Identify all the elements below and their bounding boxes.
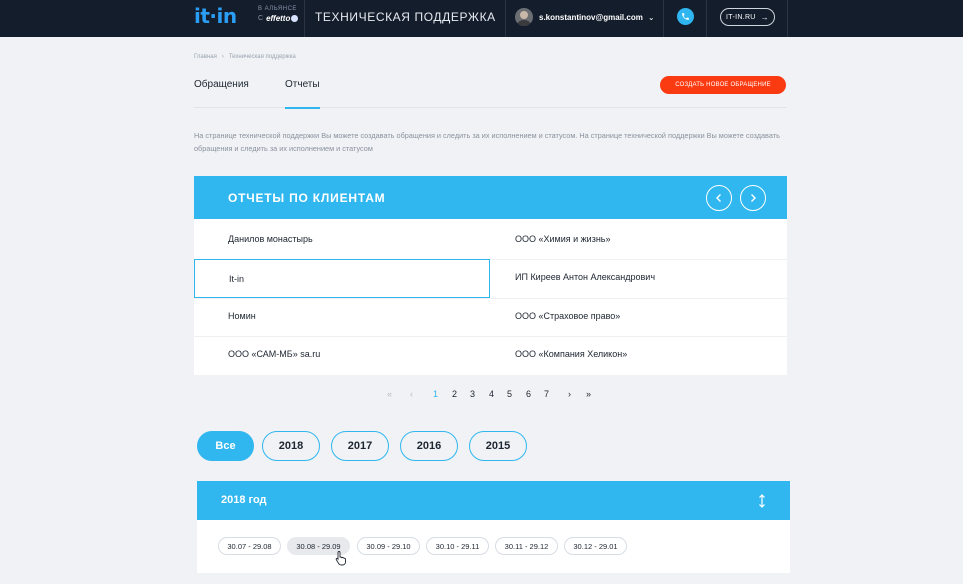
year-filter-2018[interactable]: 2018: [262, 431, 320, 461]
year-filter-2016[interactable]: 2016: [400, 431, 458, 461]
alliance-preposition: С: [258, 15, 264, 22]
page-5[interactable]: 5: [507, 389, 512, 399]
client-item[interactable]: Данилов монастырь: [228, 220, 313, 258]
year-panel-title: 2018 год: [221, 494, 267, 506]
site-link-label: IT-IN.RU: [726, 13, 756, 21]
breadcrumb: Главная › Техническая поддержка: [194, 54, 296, 60]
site-link-button[interactable]: IT-IN.RU →: [720, 8, 775, 26]
period-chip[interactable]: 30.11 - 29.12: [495, 537, 558, 555]
user-email: s.konstantinov@gmail.com: [539, 12, 643, 22]
avatar: [515, 8, 533, 26]
phone-button[interactable]: [677, 8, 694, 25]
page-2[interactable]: 2: [452, 389, 457, 399]
year-filter-all[interactable]: Все: [197, 431, 254, 461]
period-chip[interactable]: 30.10 - 29.11: [426, 537, 489, 555]
create-request-button[interactable]: СОЗДАТЬ НОВОЕ ОБРАЩЕНИЕ: [660, 76, 786, 94]
breadcrumb-separator-icon: ›: [221, 54, 224, 60]
last-page-icon[interactable]: »: [586, 389, 591, 399]
header-divider: [663, 0, 664, 37]
prev-page-icon[interactable]: ‹: [410, 389, 413, 399]
client-item[interactable]: ООО «Компания Хеликон»: [515, 335, 627, 373]
hand-cursor-icon: [335, 551, 346, 566]
client-item[interactable]: ООО «САМ-МБ» sa.ru: [228, 335, 320, 373]
next-page-icon[interactable]: ›: [568, 389, 571, 399]
client-item[interactable]: ООО «Химия и жизнь»: [515, 220, 611, 258]
page-3[interactable]: 3: [470, 389, 475, 399]
clients-list: Данилов монастырь It-in Номин ООО «САМ-М…: [194, 219, 787, 375]
prev-clients-button[interactable]: [706, 185, 732, 211]
chevron-left-icon: [716, 194, 721, 202]
row-divider: [194, 298, 787, 299]
client-item-selected[interactable]: It-in: [194, 259, 490, 298]
client-item[interactable]: ООО «Страховое право»: [515, 297, 620, 335]
user-menu[interactable]: s.konstantinov@gmail.com ⌄: [515, 7, 655, 27]
page-7[interactable]: 7: [544, 389, 549, 399]
client-item[interactable]: Номин: [228, 297, 256, 335]
year-filter-2015[interactable]: 2015: [469, 431, 527, 461]
expand-collapse-icon[interactable]: [755, 493, 769, 509]
tab-reports[interactable]: Отчеты: [285, 79, 320, 109]
page-description: На странице технической поддержки Вы мож…: [194, 131, 780, 153]
page-6[interactable]: 6: [526, 389, 531, 399]
clients-panel-header: ОТЧЕТЫ ПО КЛИЕНТАМ: [194, 176, 787, 219]
breadcrumb-home[interactable]: Главная: [194, 54, 217, 60]
period-chip[interactable]: 30.09 - 29.10: [357, 537, 420, 555]
breadcrumb-current: Техническая поддержка: [228, 54, 296, 60]
effetto-logo: effetto: [266, 14, 291, 23]
phone-icon: [682, 13, 689, 20]
header-divider: [706, 0, 707, 37]
itin-logo[interactable]: it·in: [194, 4, 237, 28]
page-4[interactable]: 4: [489, 389, 494, 399]
alliance-badge: В АЛЬЯНСЕ С effetto: [258, 6, 298, 30]
period-chip[interactable]: 30.07 - 29.08: [218, 537, 281, 555]
first-page-icon[interactable]: «: [387, 389, 392, 399]
tab-requests[interactable]: Обращения: [194, 79, 249, 108]
header-divider: [787, 0, 788, 37]
next-clients-button[interactable]: [740, 185, 766, 211]
page-1[interactable]: 1: [433, 389, 438, 399]
chevron-down-icon: ⌄: [647, 12, 655, 22]
period-chip[interactable]: 30.12 - 29.01: [564, 537, 627, 555]
page-title: ТЕХНИЧЕСКАЯ ПОДДЕРЖКА: [315, 10, 496, 24]
effetto-badge-icon: [291, 15, 298, 22]
header-divider: [304, 0, 305, 37]
year-filter-2017[interactable]: 2017: [331, 431, 389, 461]
year-panel-header[interactable]: 2018 год: [197, 481, 790, 520]
arrow-right-icon: →: [760, 12, 769, 22]
client-item[interactable]: ИП Киреев Антон Александрович: [515, 258, 655, 296]
alliance-caption: В АЛЬЯНСЕ: [258, 6, 297, 12]
clients-panel-title: ОТЧЕТЫ ПО КЛИЕНТАМ: [228, 191, 386, 205]
logo-text: it·in: [194, 4, 237, 28]
period-list: 30.07 - 29.08 30.08 - 29.09 30.09 - 29.1…: [197, 520, 790, 573]
header-divider: [505, 0, 506, 37]
chevron-right-icon: [751, 194, 756, 202]
top-bar: it·in В АЛЬЯНСЕ С effetto ТЕХНИЧЕСКАЯ ПО…: [0, 0, 963, 37]
